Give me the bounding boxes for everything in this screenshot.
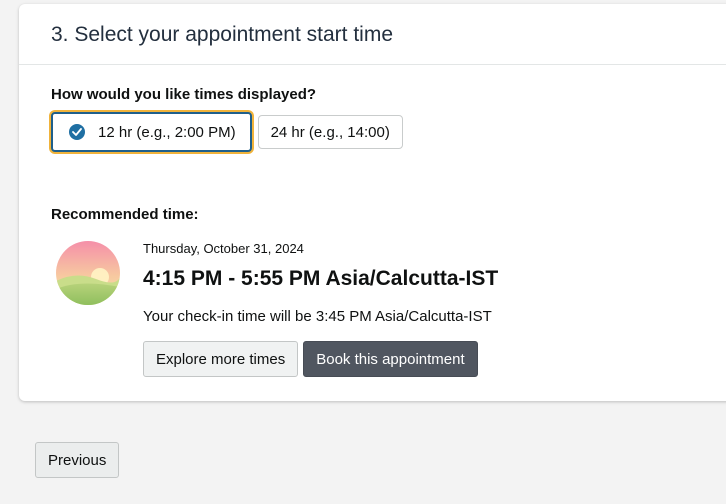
section-title: 3. Select your appointment start time	[51, 23, 393, 46]
appointment-actions: Explore more times Book this appointment	[143, 341, 478, 377]
checkin-time-text: Your check-in time will be 3:45 PM Asia/…	[143, 308, 492, 325]
checkmark-icon	[69, 124, 85, 140]
previous-button[interactable]: Previous	[35, 442, 120, 478]
time-format-12hr-option[interactable]: 12 hr (e.g., 2:00 PM)	[51, 112, 252, 152]
recommended-time-label: Recommended time:	[51, 206, 199, 223]
appointment-date: Thursday, October 31, 2024	[143, 241, 304, 256]
book-appointment-button[interactable]: Book this appointment	[303, 341, 478, 377]
sunrise-icon	[56, 241, 120, 305]
time-format-24hr-label: 24 hr (e.g., 14:00)	[270, 123, 390, 141]
time-format-toggle-group: 12 hr (e.g., 2:00 PM) 24 hr (e.g., 14:00…	[51, 112, 403, 152]
explore-more-times-button[interactable]: Explore more times	[143, 341, 299, 377]
time-format-12hr-label: 12 hr (e.g., 2:00 PM)	[98, 123, 236, 141]
card-header: 3. Select your appointment start time	[19, 4, 726, 65]
appointment-time-card: 3. Select your appointment start time Ho…	[19, 4, 726, 401]
appointment-time-range: 4:15 PM - 5:55 PM Asia/Calcutta-IST	[143, 267, 499, 290]
time-format-question: How would you like times displayed?	[51, 86, 317, 103]
time-format-24hr-option[interactable]: 24 hr (e.g., 14:00)	[257, 115, 403, 149]
